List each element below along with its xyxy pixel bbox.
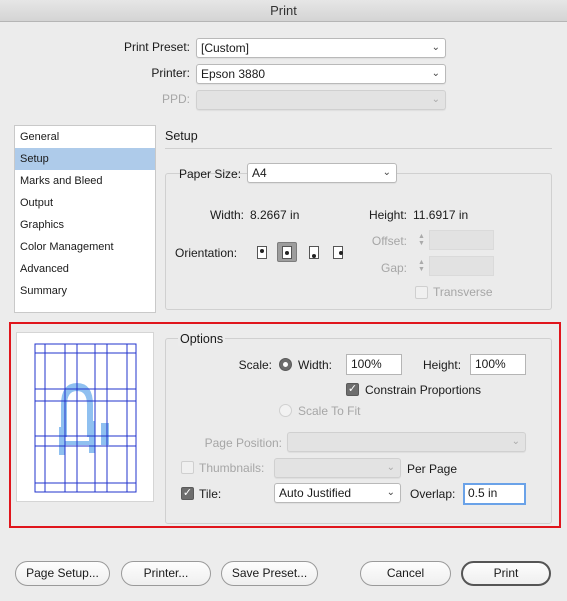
- sidebar-item-output[interactable]: Output: [15, 192, 155, 214]
- constrain-proportions-checkbox[interactable]: ✓: [346, 383, 359, 396]
- page-position-label: Page Position:: [204, 436, 282, 450]
- save-preset-button[interactable]: Save Preset...: [221, 561, 318, 586]
- thumbnails-checkbox: [181, 461, 194, 474]
- sidebar-item-setup[interactable]: Setup: [15, 148, 155, 170]
- sidebar-item-summary[interactable]: Summary: [15, 280, 155, 302]
- printer-value: Epson 3880: [201, 67, 266, 81]
- category-list: General Setup Marks and Bleed Output Gra…: [14, 125, 156, 313]
- gap-input: [429, 256, 494, 276]
- setup-divider: [165, 148, 552, 149]
- gap-label: Gap:: [380, 261, 407, 275]
- landscape-page-icon: [282, 245, 292, 259]
- thumbnails-select: ⌄: [274, 458, 401, 478]
- reverse-portrait-page-icon: [309, 245, 319, 259]
- scale-label: Scale:: [238, 358, 272, 372]
- page-position-select: ⌄: [287, 432, 526, 452]
- orientation-portrait-button[interactable]: [253, 243, 271, 261]
- chevron-down-icon: ⌄: [511, 436, 520, 447]
- orientation-reverse-portrait-button[interactable]: [305, 243, 323, 261]
- printer-button[interactable]: Printer...: [121, 561, 211, 586]
- paper-width-label: Width:: [209, 208, 244, 222]
- offset-stepper: ▲ ▼: [416, 231, 427, 249]
- window-title: Print: [270, 3, 297, 18]
- paper-size-value: A4: [252, 166, 267, 180]
- per-page-label: Per Page: [407, 462, 458, 476]
- chevron-down-icon: ⌄: [431, 94, 440, 105]
- scale-width-input[interactable]: 100%: [346, 354, 402, 375]
- offset-label: Offset:: [371, 234, 407, 248]
- window-title-bar: Print: [0, 0, 567, 22]
- chevron-down-icon: ⌄: [431, 68, 440, 79]
- gap-stepper: ▲ ▼: [416, 257, 427, 275]
- print-preset-label: Print Preset:: [123, 40, 190, 54]
- cancel-button[interactable]: Cancel: [360, 561, 451, 586]
- chevron-down-icon: ▼: [418, 240, 425, 247]
- printer-label: Printer:: [151, 66, 190, 80]
- options-header: Options: [178, 332, 226, 346]
- portrait-page-icon: [257, 245, 267, 259]
- transverse-label: Transverse: [433, 285, 493, 299]
- tile-select[interactable]: Auto Justified ⌄: [274, 483, 401, 503]
- scale-height-label: Height:: [423, 358, 462, 372]
- chevron-up-icon: ▲: [418, 259, 425, 266]
- paper-height-value: 11.6917 in: [413, 208, 469, 222]
- print-preset-value: [Custom]: [201, 41, 250, 55]
- tile-label: Tile:: [199, 487, 222, 501]
- print-preset-select[interactable]: [Custom] ⌄: [196, 38, 446, 58]
- chevron-up-icon: ▲: [418, 233, 425, 240]
- sidebar-item-color-management[interactable]: Color Management: [15, 236, 155, 258]
- orientation-label: Orientation:: [175, 246, 238, 260]
- setup-header: Setup: [165, 129, 198, 143]
- chevron-down-icon: ⌄: [382, 167, 391, 178]
- printer-select[interactable]: Epson 3880 ⌄: [196, 64, 446, 84]
- paper-height-label: Height:: [368, 208, 407, 222]
- sidebar-item-graphics[interactable]: Graphics: [15, 214, 155, 236]
- print-button[interactable]: Print: [461, 561, 551, 586]
- constrain-proportions-label: Constrain Proportions: [365, 383, 482, 397]
- preview-glyph: [59, 383, 109, 455]
- ppd-label: PPD:: [161, 92, 190, 106]
- paper-width-value: 8.2667 in: [250, 208, 300, 222]
- tile-preview-graphic: [34, 343, 137, 493]
- orientation-landscape-button[interactable]: [277, 242, 297, 262]
- paper-size-select[interactable]: A4 ⌄: [247, 163, 397, 183]
- chevron-down-icon: ⌄: [386, 462, 395, 473]
- thumbnails-label: Thumbnails:: [199, 461, 265, 475]
- preview-tile-lines: [35, 344, 136, 492]
- tile-value: Auto Justified: [279, 486, 352, 500]
- scale-width-radio[interactable]: [279, 358, 292, 371]
- scale-width-label: Width:: [298, 358, 333, 372]
- scale-height-input[interactable]: 100%: [470, 354, 526, 375]
- sidebar-item-marks-and-bleed[interactable]: Marks and Bleed: [15, 170, 155, 192]
- tile-preview: [16, 332, 154, 502]
- chevron-down-icon: ⌄: [431, 42, 440, 53]
- chevron-down-icon: ⌄: [386, 487, 395, 498]
- scale-to-fit-label: Scale To Fit: [298, 404, 361, 418]
- ppd-select: ⌄: [196, 90, 446, 110]
- sidebar-item-general[interactable]: General: [15, 126, 155, 148]
- chevron-down-icon: ▼: [418, 266, 425, 273]
- overlap-input[interactable]: 0.5 in: [463, 483, 526, 505]
- offset-input: [429, 230, 494, 250]
- overlap-label: Overlap:: [410, 487, 456, 501]
- page-setup-button[interactable]: Page Setup...: [15, 561, 110, 586]
- tile-checkbox[interactable]: ✓: [181, 487, 194, 500]
- sidebar-item-advanced[interactable]: Advanced: [15, 258, 155, 280]
- paper-size-label: Paper Size:: [179, 167, 242, 181]
- scale-to-fit-radio: [279, 404, 292, 417]
- transverse-checkbox: [415, 286, 428, 299]
